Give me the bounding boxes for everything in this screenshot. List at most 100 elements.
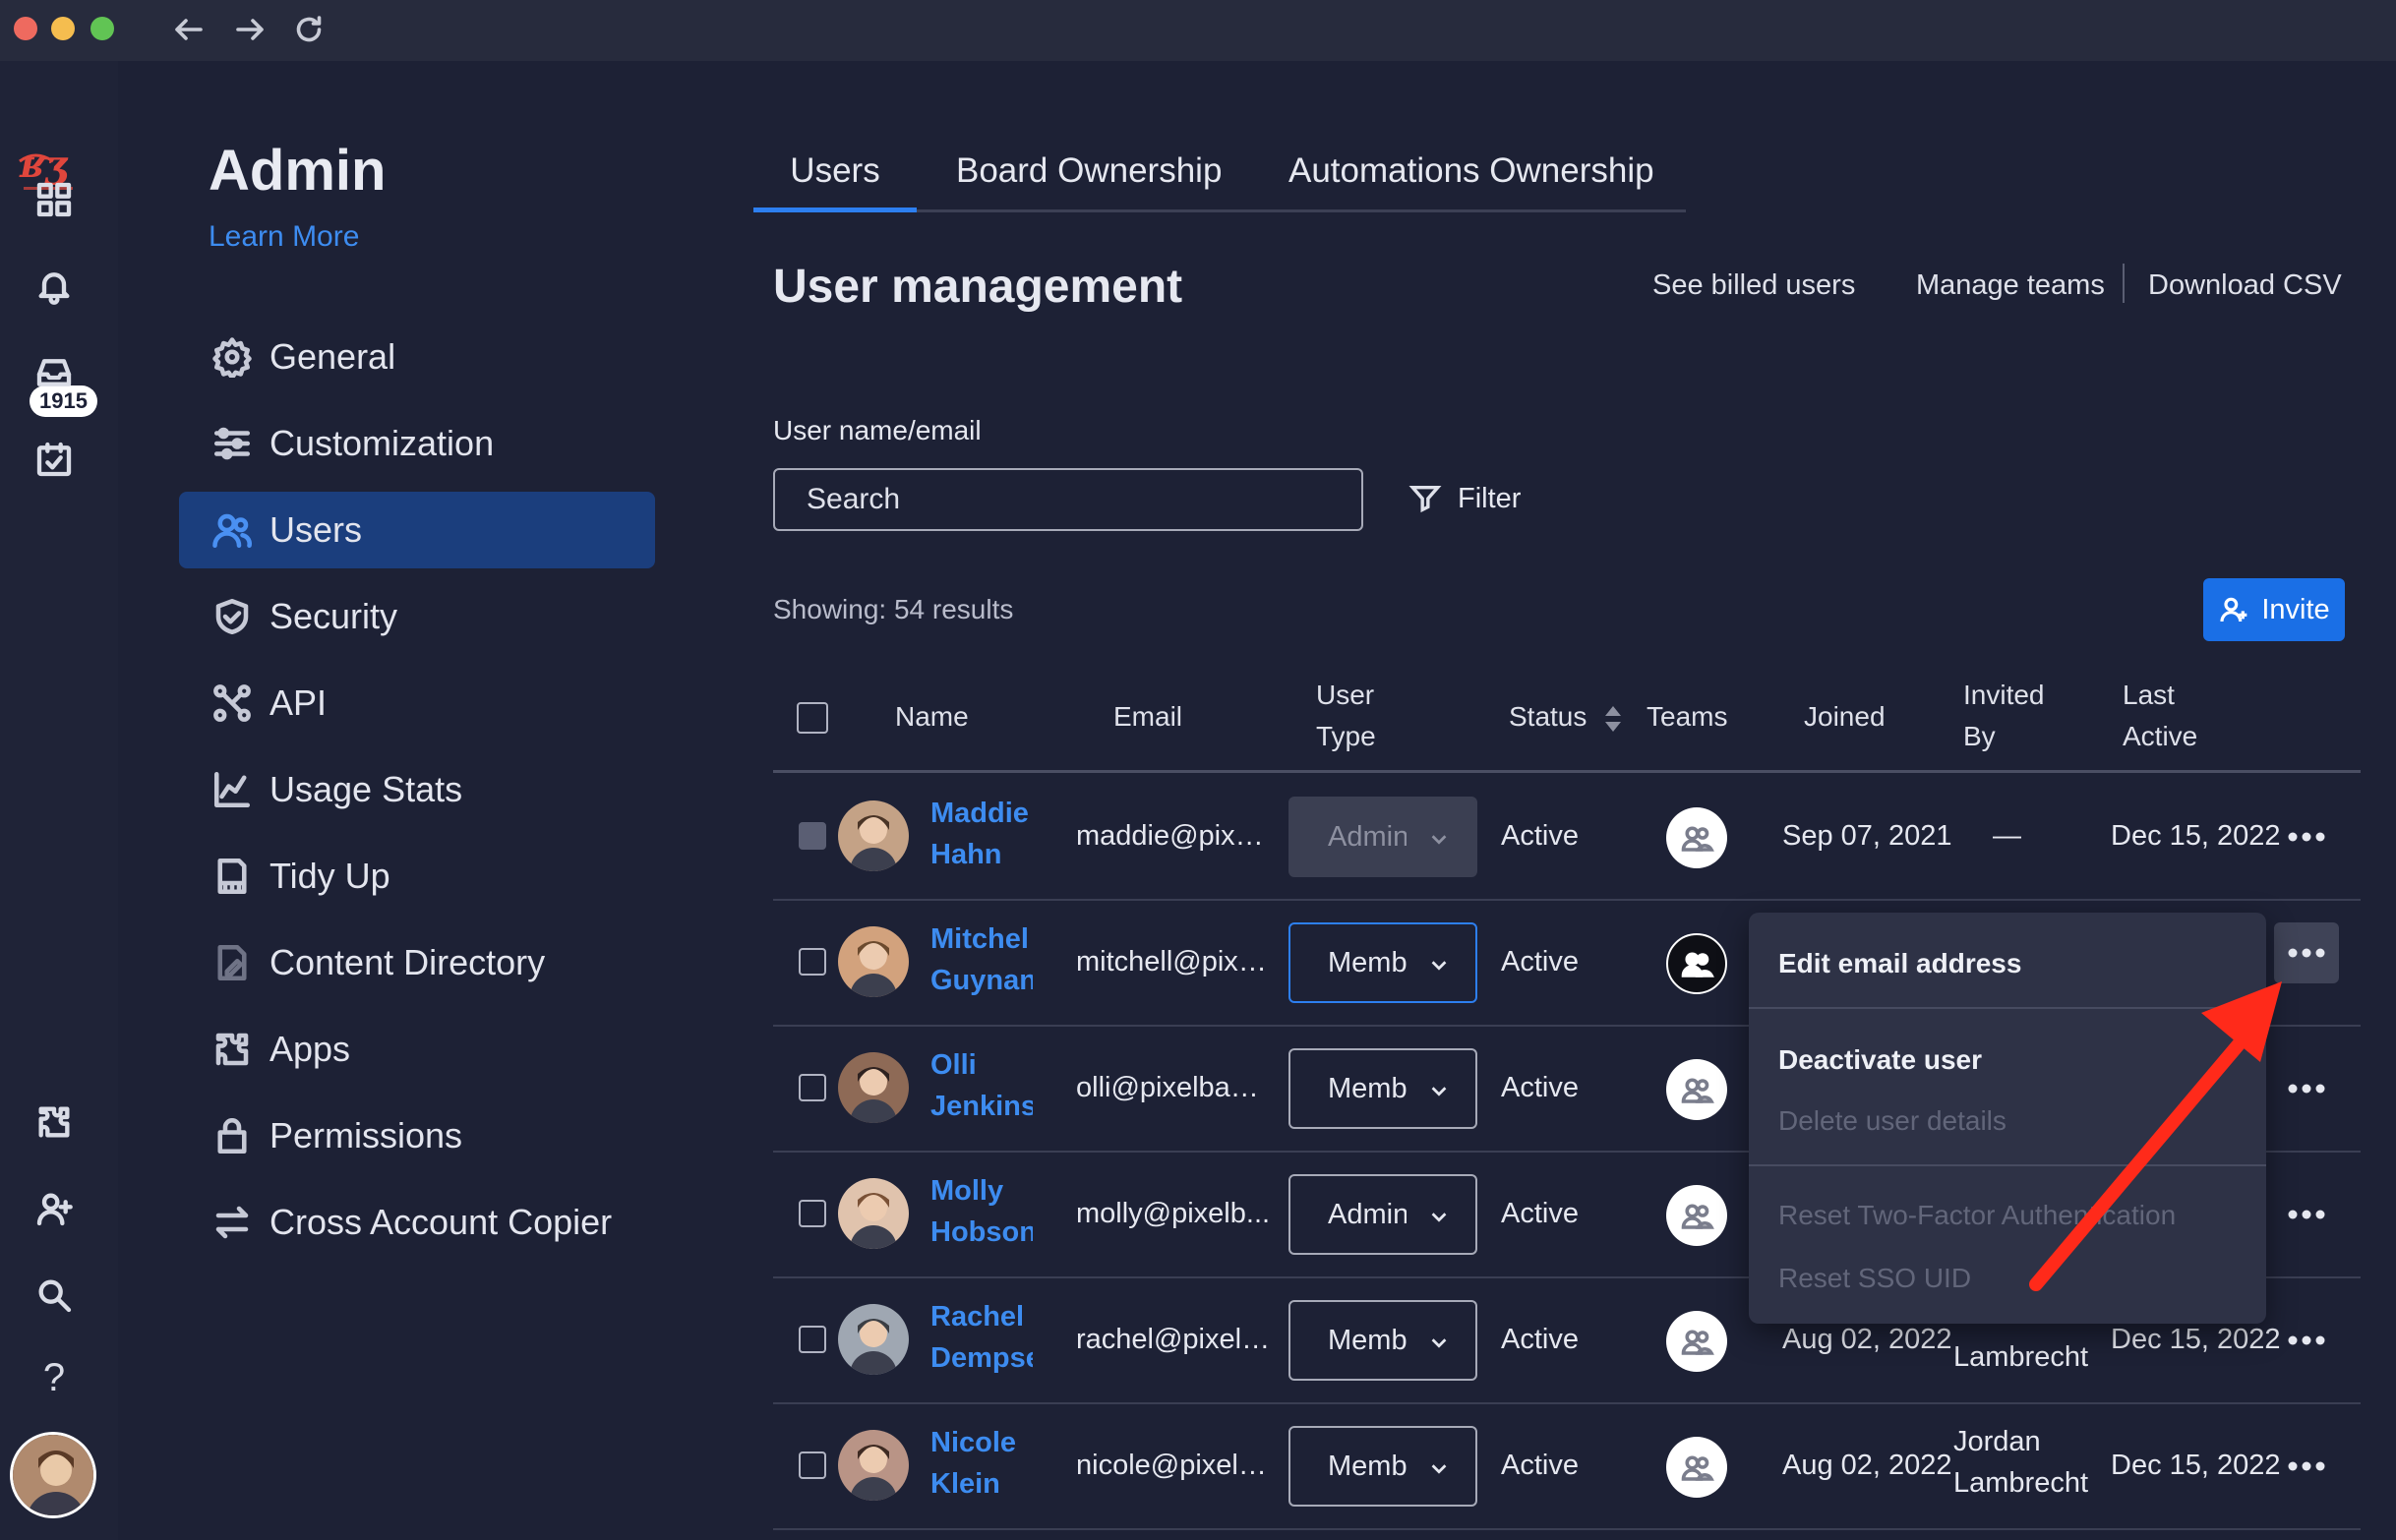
- invite-button[interactable]: Invite: [2203, 578, 2345, 641]
- delete-user-details-menu-item[interactable]: Delete user details: [1778, 1105, 2007, 1137]
- row-checkbox[interactable]: [799, 1074, 826, 1101]
- teams-icon[interactable]: [1666, 1059, 1727, 1120]
- row-more-options-button[interactable]: [2274, 1058, 2339, 1119]
- user-last-name[interactable]: Jenkins: [930, 1086, 1033, 1127]
- deactivate-user-menu-item[interactable]: Deactivate user: [1778, 1044, 1982, 1076]
- sidebar-item-api[interactable]: API: [179, 665, 655, 741]
- user-last-name[interactable]: Guynan: [930, 960, 1033, 1001]
- users-icon: [193, 492, 271, 568]
- user-avatar[interactable]: [838, 926, 909, 997]
- bell-icon[interactable]: [31, 264, 77, 309]
- sidebar-item-security[interactable]: Security: [179, 578, 655, 655]
- tab-board-ownership[interactable]: Board Ownership: [956, 148, 1222, 212]
- header-email[interactable]: Email: [1113, 696, 1182, 738]
- add-user-icon[interactable]: [31, 1186, 77, 1231]
- user-first-name[interactable]: Maddie: [930, 793, 1033, 834]
- sidebar-item-users[interactable]: Users: [179, 492, 655, 568]
- teams-icon[interactable]: [1666, 933, 1727, 994]
- tab-users[interactable]: Users: [753, 148, 917, 212]
- header-invited-by-line1[interactable]: Invited: [1963, 675, 2045, 716]
- help-icon[interactable]: ?: [31, 1355, 77, 1400]
- sidebar-item-content-directory[interactable]: Content Directory: [179, 924, 655, 1001]
- user-first-name[interactable]: Olli: [930, 1044, 1033, 1086]
- header-last-active-line2[interactable]: Active: [2123, 716, 2197, 757]
- close-window-button[interactable]: [14, 17, 37, 40]
- user-last-name[interactable]: Hahn: [930, 834, 1033, 875]
- sidebar-item-usage-stats[interactable]: Usage Stats: [179, 751, 655, 828]
- reset-two-factor-menu-item[interactable]: Reset Two-Factor Authentication: [1778, 1200, 2176, 1231]
- puzzle-icon[interactable]: [31, 1099, 77, 1145]
- user-last-name[interactable]: Klein: [930, 1463, 1033, 1505]
- teams-icon[interactable]: [1666, 1185, 1727, 1246]
- user-first-name[interactable]: Nicole: [930, 1422, 1033, 1463]
- download-csv-link[interactable]: Download CSV: [2148, 269, 2342, 302]
- user-avatar[interactable]: [838, 1304, 909, 1375]
- sidebar-item-general[interactable]: General: [179, 319, 655, 395]
- row-checkbox[interactable]: [799, 948, 826, 976]
- user-first-name[interactable]: Rachel: [930, 1296, 1033, 1337]
- header-user-type-line1[interactable]: User: [1316, 675, 1374, 716]
- profile-avatar[interactable]: [10, 1432, 96, 1518]
- maximize-window-button[interactable]: [90, 17, 114, 40]
- search-input[interactable]: [773, 468, 1363, 531]
- edit-email-menu-item[interactable]: Edit email address: [1778, 948, 2021, 979]
- table-row[interactable]: Nicole Klein nicole@pixelb... Memb Activ…: [773, 1404, 2361, 1530]
- calendar-check-icon[interactable]: [31, 437, 77, 482]
- header-invited-by-line2[interactable]: By: [1963, 716, 1996, 757]
- row-more-options-button[interactable]: [2274, 806, 2339, 867]
- row-checkbox[interactable]: [799, 1200, 826, 1227]
- user-type-dropdown[interactable]: Memb: [1288, 1426, 1477, 1507]
- back-arrow-icon[interactable]: [167, 8, 210, 51]
- grid-icon[interactable]: [31, 177, 77, 222]
- row-checkbox[interactable]: [799, 1451, 826, 1479]
- header-status[interactable]: Status: [1509, 696, 1587, 738]
- table-row[interactable]: Maddie Hahn maddie@pixel... Admin Active…: [773, 775, 2361, 901]
- user-type-value: Memb: [1328, 1450, 1407, 1482]
- row-more-options-button[interactable]: [2274, 922, 2339, 983]
- teams-icon[interactable]: [1666, 807, 1727, 868]
- user-first-name[interactable]: Mitchel: [930, 918, 1033, 960]
- header-teams[interactable]: Teams: [1647, 696, 1727, 738]
- sidebar-item-apps[interactable]: Apps: [179, 1011, 655, 1088]
- teams-icon[interactable]: [1666, 1437, 1727, 1498]
- row-more-options-button[interactable]: [2274, 1436, 2339, 1497]
- search-icon[interactable]: [31, 1273, 77, 1318]
- divider: [2123, 264, 2125, 303]
- user-avatar[interactable]: [838, 800, 909, 871]
- header-last-active-line1[interactable]: Last: [2123, 675, 2175, 716]
- user-type-dropdown[interactable]: Memb: [1288, 1048, 1477, 1129]
- manage-teams-link[interactable]: Manage teams: [1916, 269, 2105, 302]
- see-billed-users-link[interactable]: See billed users: [1652, 269, 1855, 302]
- row-more-options-button[interactable]: [2274, 1310, 2339, 1371]
- inbox-icon[interactable]: [31, 350, 77, 395]
- user-type-dropdown[interactable]: Memb: [1288, 922, 1477, 1003]
- row-checkbox[interactable]: [799, 1326, 826, 1353]
- sidebar-item-cross-account-copier[interactable]: Cross Account Copier: [179, 1184, 655, 1261]
- forward-arrow-icon[interactable]: [228, 8, 271, 51]
- teams-icon[interactable]: [1666, 1311, 1727, 1372]
- header-name[interactable]: Name: [895, 696, 969, 738]
- user-avatar[interactable]: [838, 1178, 909, 1249]
- tab-automations-ownership[interactable]: Automations Ownership: [1288, 148, 1654, 212]
- user-avatar[interactable]: [838, 1052, 909, 1123]
- select-all-checkbox[interactable]: [797, 702, 828, 734]
- sidebar-item-customization[interactable]: Customization: [179, 405, 655, 482]
- user-avatar[interactable]: [838, 1430, 909, 1501]
- reload-icon[interactable]: [287, 8, 330, 51]
- header-joined[interactable]: Joined: [1804, 696, 1886, 738]
- row-more-options-button[interactable]: [2274, 1184, 2339, 1245]
- minimize-window-button[interactable]: [51, 17, 75, 40]
- user-type-dropdown[interactable]: Memb: [1288, 1300, 1477, 1381]
- row-checkbox[interactable]: [799, 822, 826, 850]
- header-user-type-line2[interactable]: Type: [1316, 716, 1376, 757]
- user-type-dropdown[interactable]: Admin: [1288, 1174, 1477, 1255]
- filter-button[interactable]: Filter: [1408, 482, 1521, 515]
- user-first-name[interactable]: Molly: [930, 1170, 1033, 1212]
- learn-more-link[interactable]: Learn More: [209, 220, 359, 254]
- sidebar-item-permissions[interactable]: Permissions: [179, 1097, 655, 1174]
- reset-sso-uid-menu-item[interactable]: Reset SSO UID: [1778, 1263, 1971, 1294]
- sort-icon[interactable]: [1603, 704, 1623, 734]
- sidebar-item-tidy-up[interactable]: Tidy Up: [179, 838, 655, 915]
- user-last-name[interactable]: Hobson: [930, 1212, 1033, 1253]
- user-last-name[interactable]: Dempse: [930, 1337, 1033, 1379]
